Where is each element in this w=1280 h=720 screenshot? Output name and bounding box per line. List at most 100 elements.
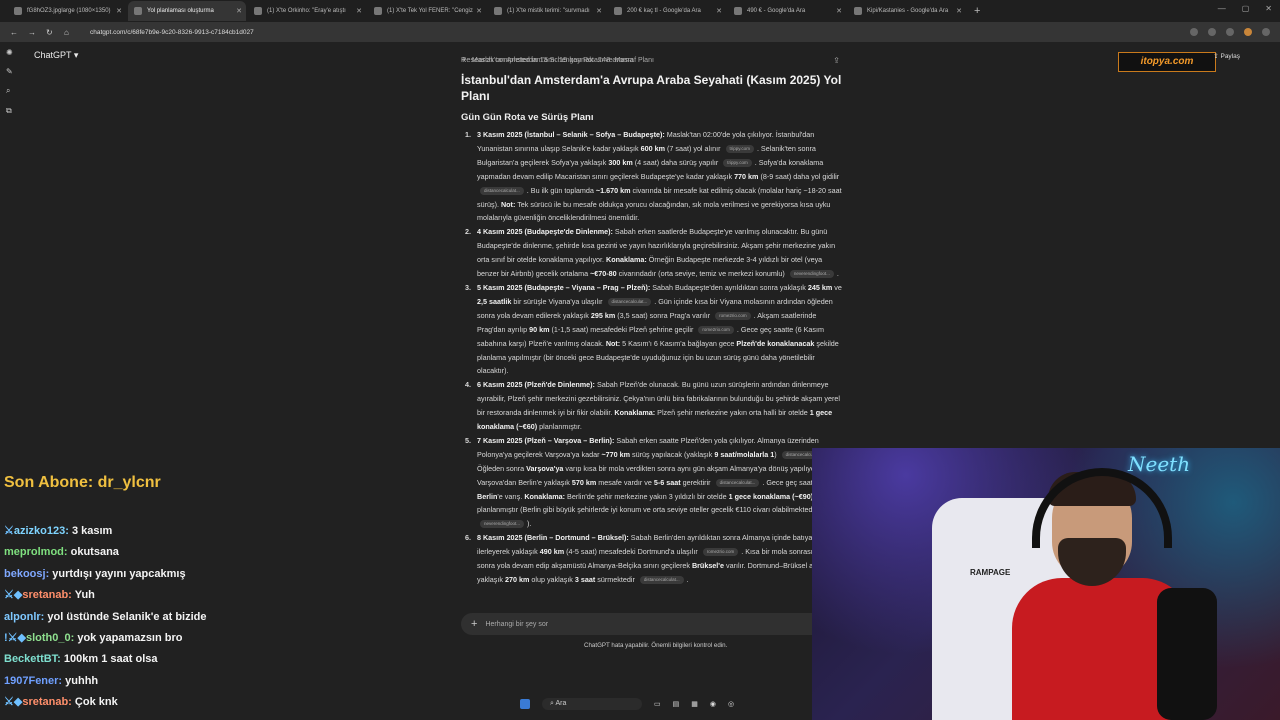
chat-username: sretanab: <box>22 696 72 709</box>
tab-label: Yol planlaması oluşturma <box>147 8 214 14</box>
user-badge-icon: ⚔◆ <box>4 696 23 709</box>
share-label: Paylaş <box>1220 53 1240 60</box>
tab-close-icon[interactable]: ✕ <box>836 7 842 15</box>
webcam-overlay: Neeth RAMPAGE <box>812 448 1280 720</box>
browser-tab[interactable]: (1) X'te Tek Yol FENER: "Cengiz ✕ <box>368 1 486 21</box>
chat-message: 1907Fener: yuhhh <box>4 671 300 692</box>
list-item: 2. 4 Kasım 2025 (Budapeşte'de Dinlenme): … <box>465 227 839 279</box>
browser-tab[interactable]: fG8hOZ3.jpglarge (1080×1350) ✕ <box>8 1 126 21</box>
chat-message: bekoosj: yurtdışı yayını yapcakmış <box>4 564 300 585</box>
research-document: ✈ Maslak'tan Amsterdam'a Schengen Rotası… <box>461 56 845 587</box>
browser-tab[interactable]: Kipi/Kastanies - Google'da Ara ✕ <box>848 1 966 21</box>
chat-text: okutsana <box>67 546 119 559</box>
browser-tab[interactable]: (1) X'te mistik terimi: "survmadı ✕ <box>488 1 606 21</box>
tab-close-icon[interactable]: ✕ <box>236 7 242 15</box>
tab-close-icon[interactable]: ✕ <box>956 7 962 15</box>
chat-message: ⚔◆sretanab: Çok knk <box>4 692 300 713</box>
stream-chat-overlay: Son Abone: dr_ylcnr ⚔azizko123: 3 kasım m… <box>0 468 300 720</box>
openai-logo-icon[interactable]: ✺ <box>6 48 20 57</box>
user-badge-icon: ⚔ <box>4 525 14 537</box>
tab-favicon-icon <box>734 7 742 15</box>
user-badge-icon: ⚔◆ <box>4 589 23 602</box>
home-icon[interactable]: ⌂ <box>64 28 82 37</box>
search-icon[interactable]: ⌕ <box>6 86 20 96</box>
chat-text: Yuh <box>71 589 95 602</box>
model-selector[interactable]: ChatGPT ▾ <box>34 50 78 61</box>
neon-sign: Neeth <box>1128 452 1191 476</box>
list-item: 1. 3 Kasım 2025 (İstanbul – Selanik – Sof… <box>465 130 842 223</box>
file-explorer-icon[interactable]: ▤ <box>673 700 680 708</box>
microphone <box>1157 588 1217 720</box>
chat-text: yuhhh <box>62 674 99 687</box>
maximize-icon[interactable]: ▢ <box>1242 4 1250 13</box>
list-item: 6. 8 Kasım 2025 (Berlin – Dortmund – Brük… <box>465 533 841 585</box>
extension-icon[interactable] <box>1208 28 1216 36</box>
sidebar-icons: ✺ ✎ ⌕ ⧉ <box>6 48 20 116</box>
window-controls[interactable]: — ▢ ✕ <box>1218 4 1272 13</box>
new-tab-icon[interactable]: + <box>974 5 980 17</box>
disclaimer-text: ChatGPT hata yapabilir. Önemli bilgileri… <box>584 642 728 649</box>
chat-username: 1907Fener: <box>4 674 63 687</box>
chat-username: meprolmod: <box>4 546 68 559</box>
menu-icon[interactable] <box>1262 28 1270 36</box>
doc-breadcrumb: ✈ Maslak'tan Amsterdam'a Schengen Rotası… <box>461 56 845 65</box>
extensions-area <box>1190 28 1270 36</box>
tab-favicon-icon <box>374 7 382 15</box>
reload-icon[interactable]: ↻ <box>46 28 64 37</box>
minimize-icon[interactable]: — <box>1218 4 1226 13</box>
tab-favicon-icon <box>14 7 22 15</box>
chat-message: meprolmod: okutsana <box>4 542 300 563</box>
tab-favicon-icon <box>854 7 862 15</box>
new-chat-icon[interactable]: ✎ <box>6 67 20 76</box>
tab-close-icon[interactable]: ✕ <box>596 7 602 15</box>
tab-label: Kipi/Kastanies - Google'da Ara <box>867 8 949 14</box>
browser-tab[interactable]: 200 € kaç tl - Google'da Ara ✕ <box>608 1 726 21</box>
tab-favicon-icon <box>134 7 142 15</box>
research-icon: ✈ <box>461 57 467 64</box>
tab-close-icon[interactable]: ✕ <box>476 7 482 15</box>
close-window-icon[interactable]: ✕ <box>1265 4 1272 13</box>
section-heading: Gün Gün Rota ve Sürüş Planı <box>461 112 594 123</box>
bookmark-star-icon[interactable] <box>1190 28 1198 36</box>
model-name: ChatGPT <box>34 50 72 60</box>
extension-icon[interactable] <box>1226 28 1234 36</box>
back-icon[interactable]: ← <box>10 28 28 37</box>
share-button[interactable]: ⇪ Paylaş <box>1213 52 1240 60</box>
url-field[interactable]: chatgpt.com/c/68fe7b9e-9c20-8326-9913-c7… <box>90 29 254 36</box>
tab-close-icon[interactable]: ✕ <box>116 7 122 15</box>
user-badge-icon: !⚔◆ <box>4 632 26 645</box>
chat-message: BeckettBT: 100km 1 saat olsa <box>4 649 300 670</box>
chat-username: bekoosj: <box>4 567 50 580</box>
windows-start-icon[interactable] <box>520 699 530 709</box>
prompt-input[interactable]: + Herhangi bir şey sor <box>461 613 831 635</box>
chat-message: ⚔◆sretanab: Yuh <box>4 585 300 606</box>
chat-text: Çok knk <box>71 696 118 709</box>
browser-tab[interactable]: (1) X'te Orkinho: "Eray'e atıştı ✕ <box>248 1 366 21</box>
app-icon[interactable]: ◎ <box>728 700 734 708</box>
browser-tab[interactable]: 490 € - Google'da Ara ✕ <box>728 1 846 21</box>
chair-brand-text: RAMPAGE <box>970 568 1011 577</box>
chrome-icon[interactable]: ◉ <box>710 700 716 708</box>
chat-text: yok yapamazsın bro <box>74 632 183 645</box>
chat-text: 3 kasım <box>68 525 113 537</box>
browser-tab[interactable]: Yol planlaması oluşturma ✕ <box>128 1 246 21</box>
last-subscriber-label: Son Abone: dr_ylcnr <box>4 474 161 491</box>
tab-label: fG8hOZ3.jpglarge (1080×1350) <box>27 8 111 14</box>
tab-close-icon[interactable]: ✕ <box>716 7 722 15</box>
task-view-icon[interactable]: ▭ <box>654 700 661 708</box>
taskbar-search-label: Ara <box>555 700 567 707</box>
export-icon[interactable]: ⇪ <box>833 56 840 65</box>
prompt-placeholder: Herhangi bir şey sor <box>485 620 549 628</box>
doc-title: İstanbul'dan Amsterdam'a Avrupa Araba Se… <box>461 73 842 103</box>
list-item: 4. 6 Kasım 2025 (Plzeň'de Dinlenme): Saba… <box>465 380 840 432</box>
forward-icon[interactable]: → <box>28 28 46 37</box>
tab-close-icon[interactable]: ✕ <box>356 7 362 15</box>
store-icon[interactable]: ▦ <box>691 700 698 708</box>
library-icon[interactable]: ⧉ <box>6 106 20 116</box>
tab-favicon-icon <box>254 7 262 15</box>
profile-avatar[interactable] <box>1244 28 1252 36</box>
taskbar-search[interactable]: ⌕ Ara <box>542 698 642 710</box>
attach-plus-icon[interactable]: + <box>471 618 477 630</box>
tab-favicon-icon <box>494 7 502 15</box>
chat-username: BeckettBT: <box>4 653 61 666</box>
